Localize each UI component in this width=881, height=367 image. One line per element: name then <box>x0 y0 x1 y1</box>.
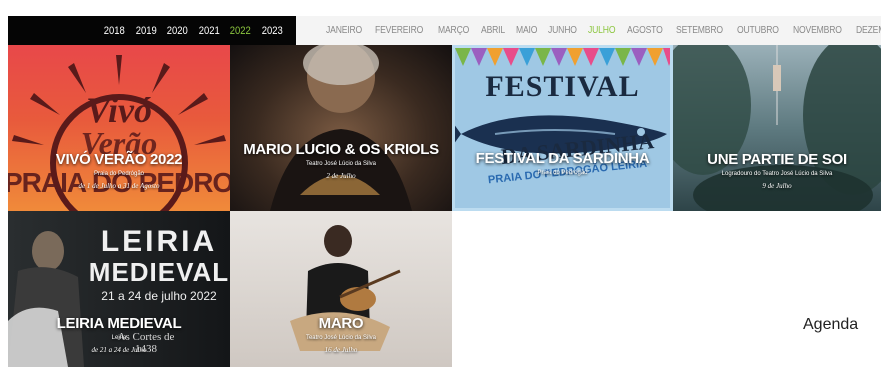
agenda-label: Agenda <box>803 316 859 333</box>
event-venue: Teatro José Lúcio da Silva <box>305 161 377 167</box>
month-dezembro[interactable]: DEZEMBRO <box>856 25 881 36</box>
event-venue: Teatro José Lúcio da Silva <box>305 335 377 341</box>
event-title: MARO <box>318 315 364 332</box>
event-tile-leiria-medieval[interactable]: LEIRIA MEDIEVAL 21 a 24 de julho 2022 As… <box>8 211 230 367</box>
event-caption: UNE PARTIE DE SOI Logradouro do Teatro J… <box>673 151 881 190</box>
month-julho[interactable]: JULHO <box>588 25 616 36</box>
month-marco[interactable]: MARÇO <box>438 25 469 36</box>
event-caption: LEIRIA MEDIEVAL Leiria de 21 a 24 de Jul… <box>8 315 230 354</box>
event-date: 9 de Julho <box>762 182 792 190</box>
event-title: VIVÓ VERÃO 2022 <box>55 151 183 168</box>
event-title: UNE PARTIE DE SOI <box>707 151 847 168</box>
event-title: MARIO LUCIO & OS KRIOLS <box>243 141 439 158</box>
event-title: LEIRIA MEDIEVAL <box>56 315 182 332</box>
year-selector: 2018 2019 2020 2021 2022 2023 <box>8 16 296 45</box>
year-2022[interactable]: 2022 <box>230 25 251 37</box>
poster-dates: 21 a 24 de julho 2022 <box>101 289 217 303</box>
year-2020[interactable]: 2020 <box>167 25 188 37</box>
year-2023[interactable]: 2023 <box>261 25 282 37</box>
year-2018[interactable]: 2018 <box>104 25 125 37</box>
event-tile-vivo-verao[interactable]: Vivó Verão PRAIA DO PEDROGÃO VIVÓ VERÃO … <box>8 45 230 211</box>
event-tile-maro[interactable]: MARO Teatro José Lúcio da Silva 16 de Ju… <box>230 211 452 367</box>
event-date: 2 de Julho <box>326 172 356 180</box>
month-abril[interactable]: ABRIL <box>481 25 505 36</box>
event-caption: FESTIVAL DA SARDINHA Praia do Pedrógão <box>455 150 670 181</box>
month-setembro[interactable]: SETEMBRO <box>676 25 723 36</box>
year-2019[interactable]: 2019 <box>135 25 156 37</box>
year-2021[interactable]: 2021 <box>198 25 219 37</box>
poster-festival-word: FESTIVAL <box>485 70 640 103</box>
event-caption: MARO Teatro José Lúcio da Silva 16 de Ju… <box>230 315 452 354</box>
event-venue: Leiria <box>111 335 127 341</box>
performer-photo <box>270 45 412 211</box>
event-date: 16 de Julho <box>324 346 358 354</box>
month-outubro[interactable]: OUTUBRO <box>737 25 779 36</box>
month-fevereiro[interactable]: FEVEREIRO <box>375 25 423 36</box>
event-caption: VIVÓ VERÃO 2022 Praia do Pedrógão de 1 d… <box>8 151 230 190</box>
event-venue: Logradouro do Teatro José Lúcio da Silva <box>721 171 833 177</box>
event-caption: MARIO LUCIO & OS KRIOLS Teatro José Lúci… <box>230 141 452 180</box>
event-tile-festival-sardinha[interactable]: FESTIVAL DA SARDINHA PRAIA DO PEDROGÃO L… <box>452 45 673 211</box>
month-maio[interactable]: MAIO <box>516 25 537 36</box>
event-tile-mario-lucio[interactable]: MARIO LUCIO & OS KRIOLS Teatro José Lúci… <box>230 45 452 211</box>
month-agosto[interactable]: AGOSTO <box>627 25 663 36</box>
month-novembro[interactable]: NOVEMBRO <box>793 25 842 36</box>
poster-leiria: LEIRIA <box>100 225 218 258</box>
poster-medieval: MEDIEVAL <box>88 257 230 287</box>
month-junho[interactable]: JUNHO <box>548 25 577 36</box>
event-title: FESTIVAL DA SARDINHA <box>475 150 650 167</box>
month-selector: JANEIRO FEVEREIRO MARÇO ABRIL MAIO JUNHO… <box>296 16 881 45</box>
bunting-flags-image <box>455 48 670 66</box>
event-date: de 1 de Julho a 31 de Agosto <box>78 182 160 190</box>
event-date: de 21 a 24 de Julho <box>91 346 147 354</box>
event-venue: Praia do Pedrógão <box>93 171 145 177</box>
month-janeiro[interactable]: JANEIRO <box>326 25 362 36</box>
event-venue: Praia do Pedrógão <box>537 170 588 176</box>
event-tile-une-partie-de-soi[interactable]: UNE PARTIE DE SOI Logradouro do Teatro J… <box>673 45 881 211</box>
